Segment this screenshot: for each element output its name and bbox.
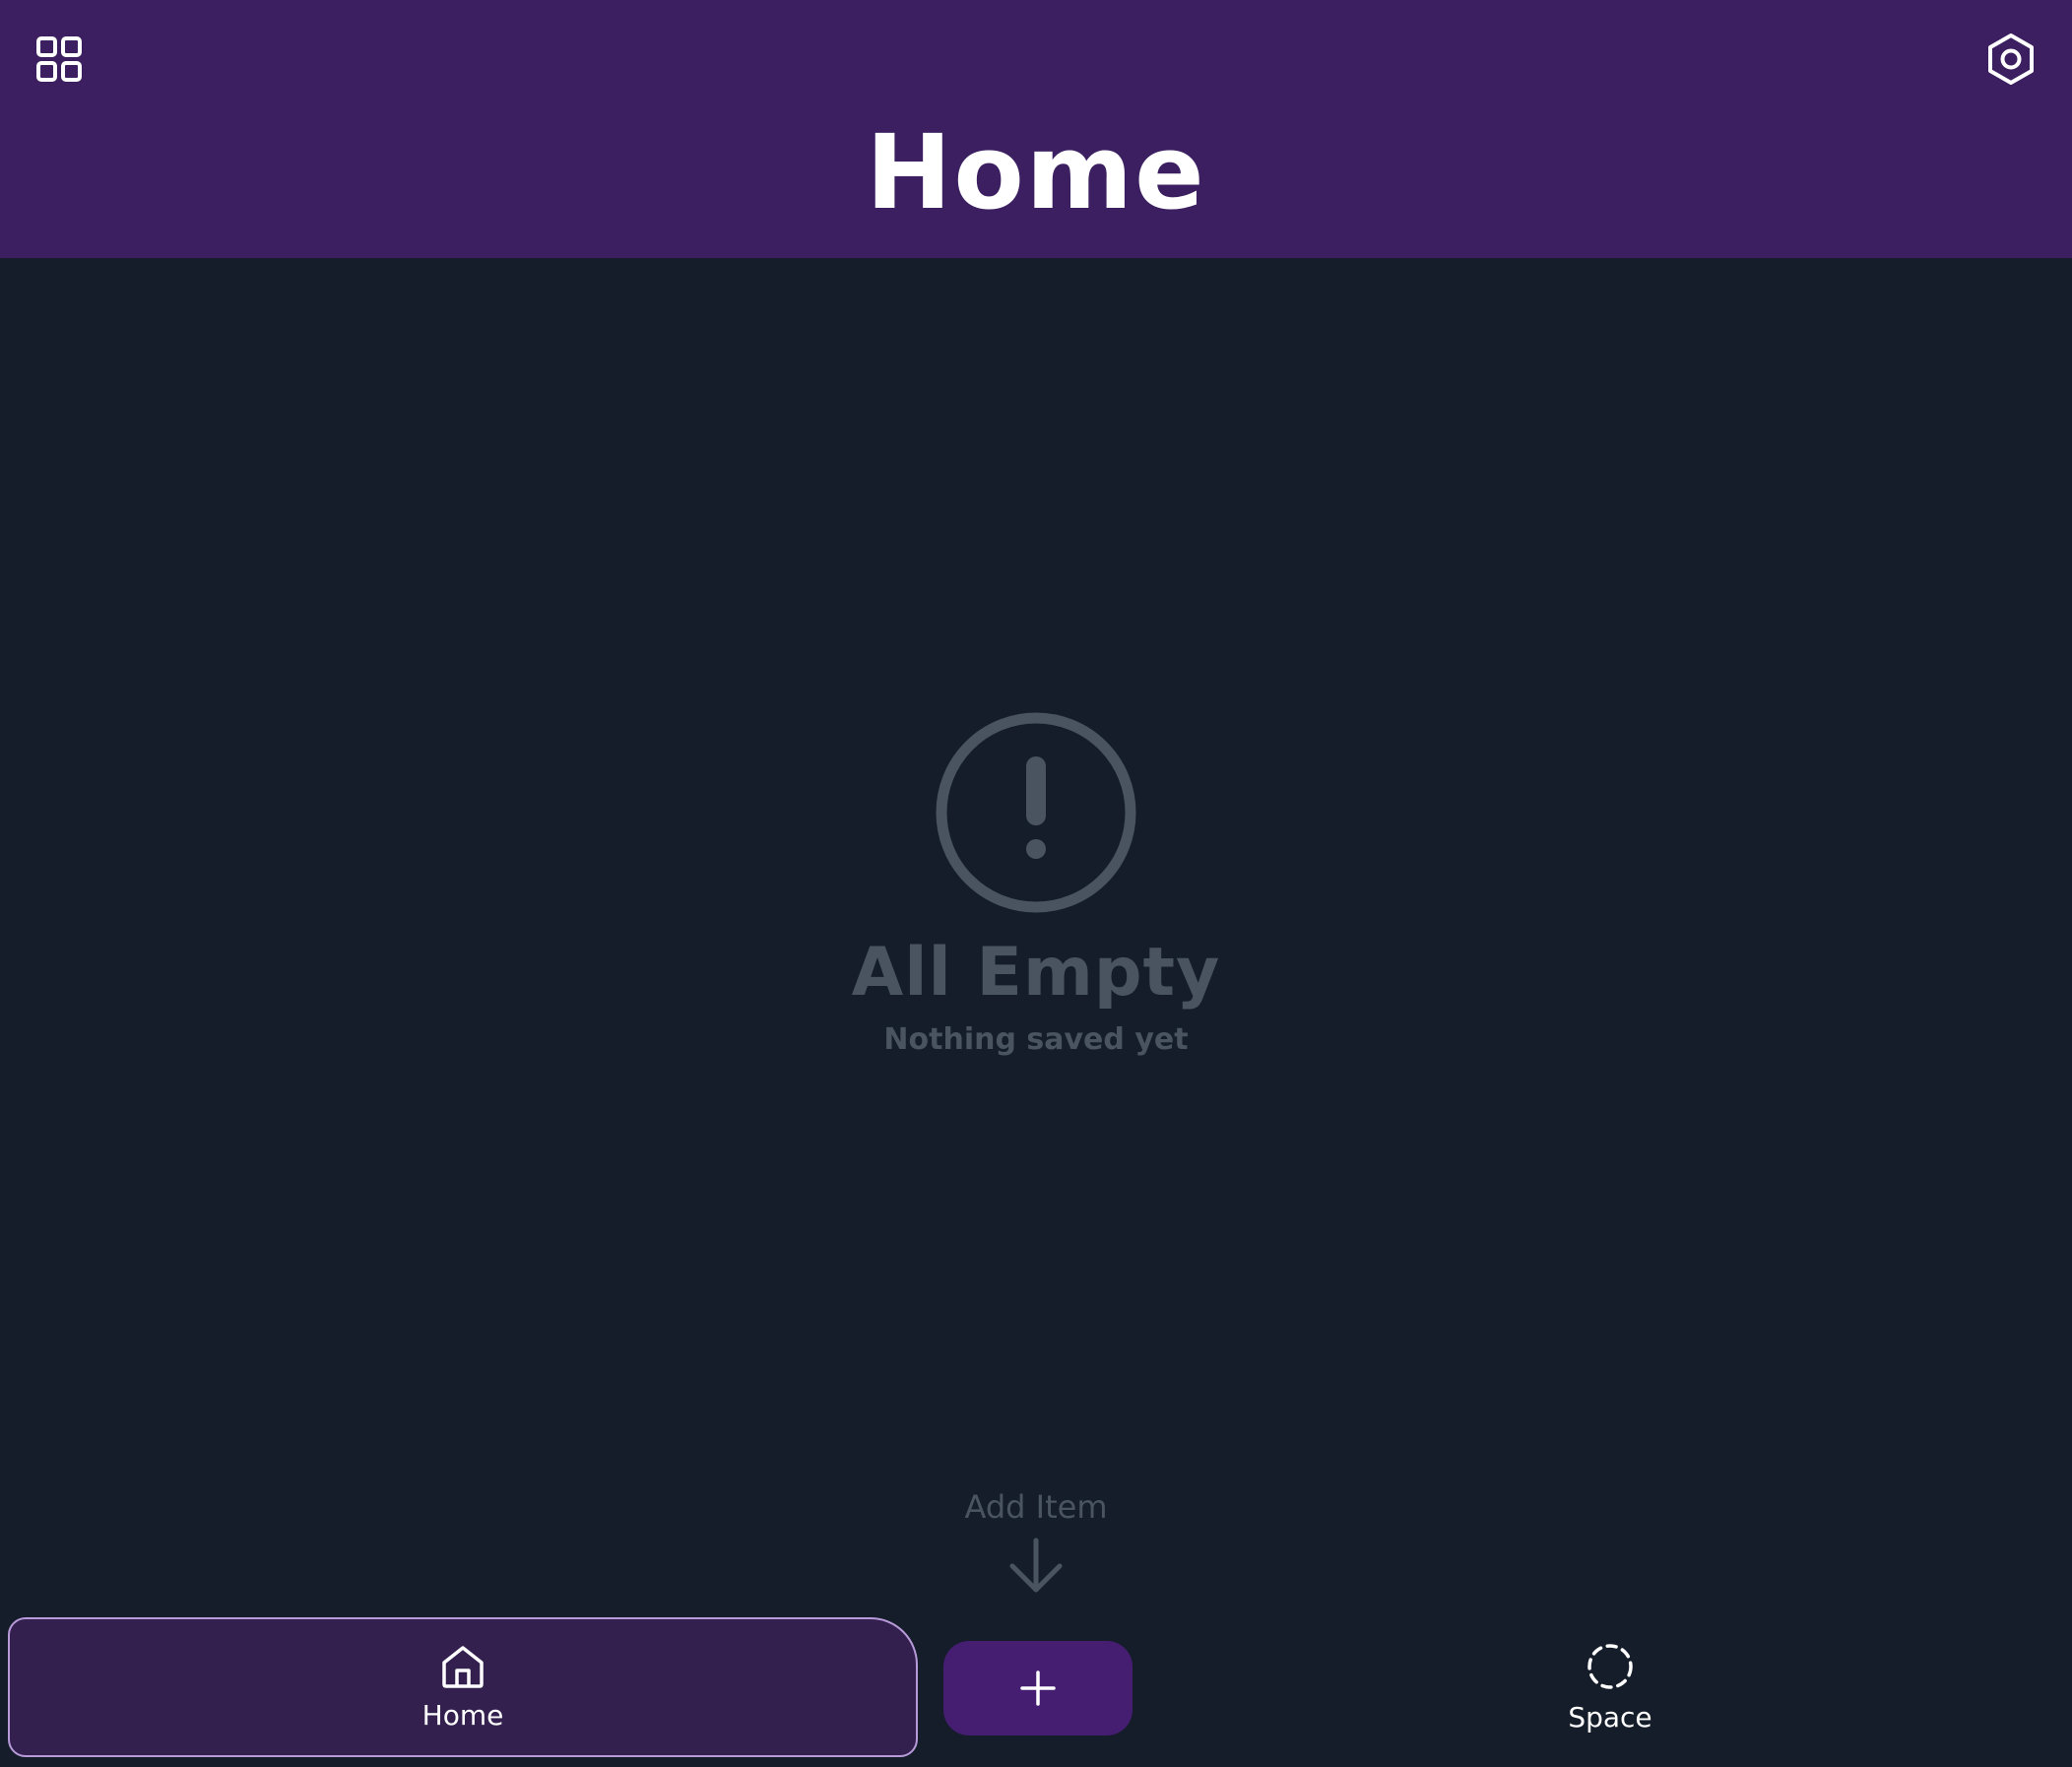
nav-tab-space-label: Space	[1568, 1701, 1652, 1734]
page-title: Home	[866, 112, 1206, 232]
hexagon-gear-icon	[1988, 33, 2034, 85]
add-item-button[interactable]	[943, 1641, 1133, 1735]
arrow-down-icon	[1009, 1538, 1063, 1593]
app-root: Home All Empty Nothing saved yet Add Ite…	[0, 0, 2072, 1767]
empty-state: All Empty Nothing saved yet	[0, 709, 2072, 1060]
apps-menu-button[interactable]	[30, 30, 89, 89]
home-icon	[442, 1646, 484, 1688]
nav-tab-home[interactable]: Home	[8, 1617, 918, 1757]
empty-state-title: All Empty	[851, 934, 1221, 1012]
nav-tab-home-label: Home	[421, 1699, 504, 1732]
settings-button[interactable]	[1979, 28, 2042, 91]
top-app-bar: Home	[0, 0, 2072, 258]
plus-icon	[1020, 1670, 1056, 1706]
grid-icon	[36, 36, 82, 82]
add-item-hint: Add Item	[0, 1485, 2072, 1596]
alert-circle-icon	[936, 712, 1136, 913]
add-item-hint-label: Add Item	[964, 1488, 1108, 1526]
nav-tab-space[interactable]: Space	[1438, 1617, 1782, 1757]
dashed-circle-icon	[1587, 1644, 1633, 1689]
empty-state-subtitle: Nothing saved yet	[883, 1022, 1189, 1057]
